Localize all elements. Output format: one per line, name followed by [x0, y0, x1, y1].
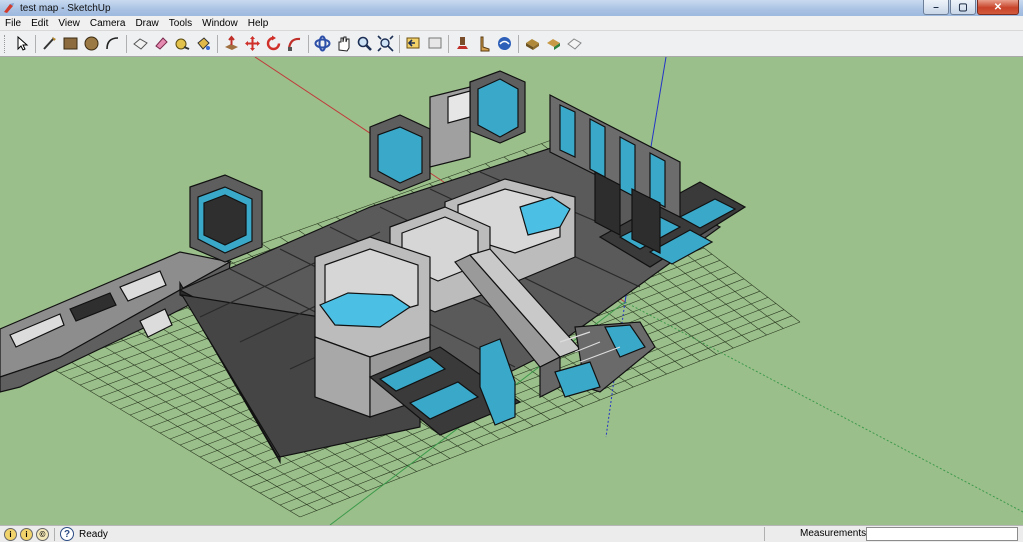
menu-tools[interactable]: Tools [164, 16, 197, 31]
toolbar-separator [126, 34, 127, 53]
zoom-extents-button[interactable] [375, 33, 396, 55]
make-component-button[interactable] [130, 33, 151, 55]
tape-measure-button[interactable] [172, 33, 193, 55]
share-component-button[interactable] [564, 33, 585, 55]
eraser-icon [155, 37, 168, 50]
rotate-tool-button[interactable] [263, 33, 284, 55]
sketchup-window: test map - SketchUp – ▢ ✕ File Edit View… [0, 0, 1023, 542]
measurements-input[interactable] [866, 527, 1018, 541]
move-icon [245, 36, 260, 51]
status-bar: i i © ? Ready Measurements [0, 525, 1023, 542]
minimize-button[interactable]: – [923, 0, 949, 15]
green-axis-dotted [624, 301, 1023, 513]
measurements-label: Measurements [764, 527, 870, 541]
move-tool-button[interactable] [242, 33, 263, 55]
circle-tool-button[interactable] [81, 33, 102, 55]
rectangle-tool-button[interactable] [60, 33, 81, 55]
push-pull-button[interactable] [221, 33, 242, 55]
share-model-icon [547, 39, 560, 50]
status-separator [54, 527, 55, 541]
menu-draw[interactable]: Draw [130, 16, 163, 31]
look-around-icon [498, 37, 511, 50]
pan-tool-button[interactable] [333, 33, 354, 55]
get-models-icon [526, 39, 539, 50]
model-scene [0, 57, 1023, 525]
sketchup-logo-icon [4, 3, 14, 13]
toolbar-separator [308, 34, 309, 53]
tape-measure-icon [175, 38, 190, 50]
previous-view-button[interactable] [403, 33, 424, 55]
toolbar-separator [448, 34, 449, 53]
paint-bucket-button[interactable] [193, 33, 214, 55]
pan-icon [338, 36, 350, 52]
walk-icon [480, 36, 490, 52]
position-camera-button[interactable] [452, 33, 473, 55]
follow-me-icon [287, 37, 301, 51]
position-camera-icon [457, 37, 468, 49]
menu-camera[interactable]: Camera [85, 16, 131, 31]
toolbar-separator [217, 34, 218, 53]
line-tool-button[interactable] [39, 33, 60, 55]
menu-view[interactable]: View [53, 16, 85, 31]
zoom-tool-button[interactable] [354, 33, 375, 55]
make-component-icon [133, 38, 148, 50]
zoom-extents-icon [377, 35, 394, 52]
menu-bar: File Edit View Camera Draw Tools Window … [0, 16, 1023, 31]
menu-edit[interactable]: Edit [26, 16, 53, 31]
share-component-icon [567, 38, 582, 50]
share-model-button[interactable] [543, 33, 564, 55]
toolbar-separator [518, 34, 519, 53]
circle-icon [84, 36, 99, 51]
walk-tool-button[interactable] [473, 33, 494, 55]
rectangle-icon [63, 37, 78, 50]
line-icon [43, 37, 56, 50]
status-text: Ready [79, 528, 108, 540]
window-controls: – ▢ ✕ [923, 0, 1019, 15]
getting-started-toolbar [0, 31, 1023, 57]
follow-me-button[interactable] [284, 33, 305, 55]
look-around-button[interactable] [494, 33, 515, 55]
geo-location-icon[interactable]: i [4, 527, 17, 541]
toolbar-separator [35, 34, 36, 53]
menu-help[interactable]: Help [243, 16, 274, 31]
orbit-icon [314, 35, 331, 52]
select-tool-button[interactable] [11, 33, 32, 55]
arc-icon [106, 37, 119, 50]
get-models-button[interactable] [522, 33, 543, 55]
drawing-viewport[interactable] [0, 57, 1023, 525]
previous-view-icon [406, 37, 420, 49]
toolbar-grip[interactable] [4, 34, 7, 53]
menu-window[interactable]: Window [197, 16, 243, 31]
credits-icon[interactable]: i [20, 527, 33, 541]
maximize-button[interactable]: ▢ [950, 0, 976, 15]
next-view-icon [428, 37, 442, 49]
zoom-icon [357, 36, 372, 51]
push-pull-icon [225, 35, 238, 50]
arc-tool-button[interactable] [102, 33, 123, 55]
next-view-button[interactable] [424, 33, 445, 55]
toolbar-separator [399, 34, 400, 53]
window-title: test map - SketchUp [20, 2, 111, 14]
menu-file[interactable]: File [0, 16, 26, 31]
paint-bucket-icon [197, 37, 210, 50]
close-button[interactable]: ✕ [977, 0, 1019, 15]
map-model [0, 70, 747, 465]
title-bar: test map - SketchUp – ▢ ✕ [0, 0, 1023, 16]
orbit-tool-button[interactable] [312, 33, 333, 55]
rotate-icon [266, 35, 281, 51]
eraser-tool-button[interactable] [151, 33, 172, 55]
instructor-help-icon[interactable]: ? [60, 527, 74, 541]
select-icon [17, 35, 29, 51]
copyright-icon[interactable]: © [36, 527, 49, 541]
